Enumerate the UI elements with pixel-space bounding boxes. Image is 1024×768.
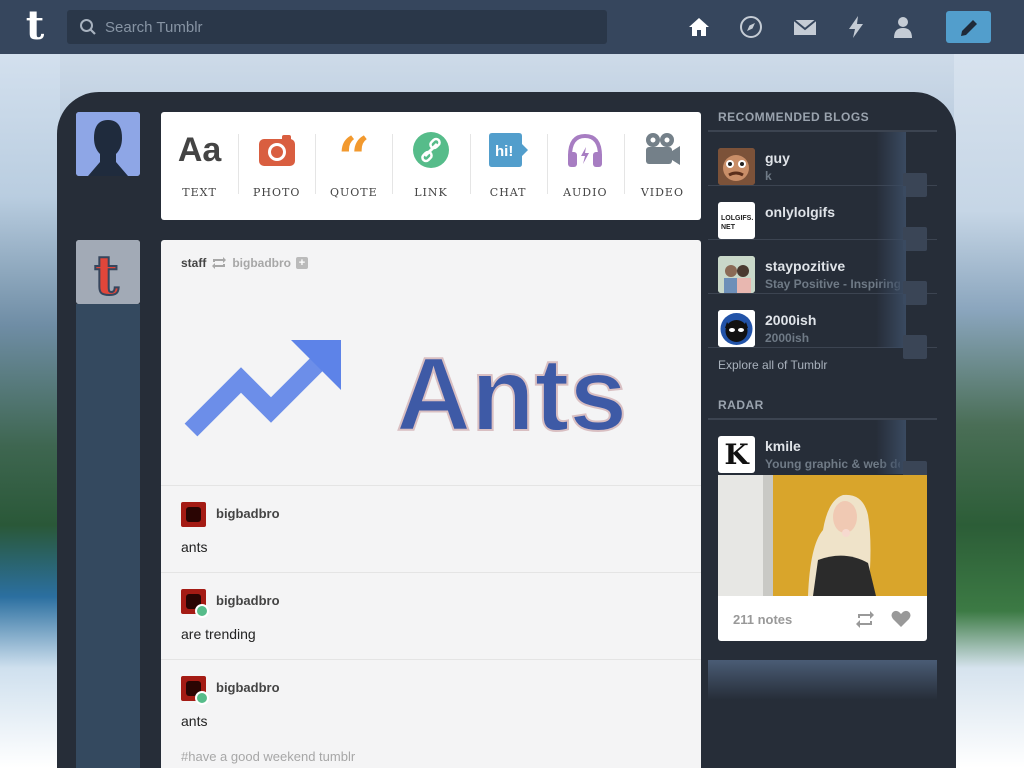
inbox-icon[interactable] (792, 14, 818, 40)
home-icon[interactable] (686, 14, 712, 40)
post-type-label: QUOTE (330, 186, 378, 199)
radar-photo-image (718, 475, 927, 596)
search-icon (80, 19, 96, 35)
compose-button[interactable] (946, 11, 991, 43)
blog-avatar[interactable]: LOLGIFS. NET (718, 202, 755, 239)
staff-avatar[interactable]: t (76, 240, 140, 304)
reblog-author[interactable]: bigbadbro (216, 680, 280, 695)
follow-button[interactable] (903, 335, 927, 359)
search-input[interactable] (105, 10, 595, 44)
post-header: staff bigbadbro + (181, 256, 309, 270)
reblog-badge-icon (195, 691, 209, 705)
reblogged-from[interactable]: bigbadbro (232, 256, 291, 270)
reblog-entry: bigbadbro ants (161, 485, 701, 572)
follow-plus-icon[interactable]: + (296, 257, 309, 269)
avatar-column-stripe (76, 304, 140, 768)
radar-heading: RADAR (708, 392, 937, 420)
fade-overlay (876, 420, 906, 474)
notes-count[interactable]: 211 notes (733, 612, 792, 627)
post-type-label: TEXT (182, 186, 217, 199)
text-icon: Aa (177, 130, 222, 169)
tumblr-t-icon: t (76, 240, 140, 304)
headphones-icon (568, 133, 603, 167)
activity-icon[interactable] (843, 14, 869, 40)
explore-icon[interactable] (738, 14, 764, 40)
link-icon (412, 132, 449, 168)
profile-silhouette-icon (76, 112, 140, 176)
post-type-bar: Aa TEXT PHOTO “ QUOTE LINK hi! CHAT AUDI… (161, 112, 701, 220)
fade-overlay (876, 294, 906, 348)
post-type-photo[interactable]: PHOTO (238, 112, 315, 220)
reblog-icon (212, 257, 227, 269)
fade-overlay (876, 132, 906, 186)
radar-blog[interactable]: K kmile Young graphic & web designer (708, 420, 937, 485)
post-type-label: LINK (414, 186, 448, 199)
recommended-blog[interactable]: staypozitive Stay Positive - Inspiring (708, 240, 937, 305)
reblog-author[interactable]: bigbadbro (216, 593, 280, 608)
post-type-label: VIDEO (640, 186, 684, 199)
hero-text: Ants (396, 337, 627, 450)
sidebar-bottom-fade (708, 660, 937, 700)
post-type-label: CHAT (489, 186, 527, 199)
camera-icon (258, 135, 295, 166)
pencil-icon (961, 20, 977, 36)
post-tags[interactable]: #have a good weekend tumblr (181, 749, 355, 764)
fade-overlay (876, 240, 906, 294)
napster-cat-icon (718, 310, 755, 347)
reblog-icon[interactable] (855, 611, 875, 628)
post-type-audio[interactable]: AUDIO (546, 112, 624, 220)
reblog-text: ants (181, 713, 208, 729)
post-type-text[interactable]: Aa TEXT (161, 112, 238, 220)
top-navigation-bar: t (0, 0, 1024, 54)
post-type-label: PHOTO (253, 186, 301, 199)
blog-name[interactable]: onlylolgifs (765, 204, 835, 220)
account-icon[interactable] (890, 14, 916, 40)
reblog-author[interactable]: bigbadbro (216, 506, 280, 521)
couple-photo-icon (718, 256, 755, 293)
reblog-text: are trending (181, 626, 256, 642)
recommended-blogs-heading: RECOMMENDED BLOGS (708, 104, 937, 132)
blog-name[interactable]: kmile (765, 438, 801, 454)
like-heart-icon[interactable] (891, 610, 911, 628)
svg-text:t: t (94, 243, 119, 304)
blog-avatar[interactable] (718, 148, 755, 185)
post-author[interactable]: staff (181, 256, 206, 270)
user-avatar[interactable] (76, 112, 140, 176)
reblog-entry: bigbadbro ants (161, 659, 701, 739)
reblog-badge-icon (195, 604, 209, 618)
video-icon (646, 133, 681, 165)
blog-name[interactable]: staypozitive (765, 258, 845, 274)
svg-text:hi!: hi! (495, 143, 513, 160)
post-type-chat[interactable]: hi! CHAT (469, 112, 547, 220)
chat-icon: hi! (489, 133, 529, 167)
sidebar: RECOMMENDED BLOGS guy k LOLGIFS. NET onl… (708, 104, 937, 485)
face-avatar-icon (718, 148, 755, 185)
recommended-blog[interactable]: 2000ish 2000ish (708, 294, 937, 359)
dashboard-post: staff bigbadbro + Ants bigbadbro ants bi… (161, 240, 701, 768)
quote-icon: “ (337, 125, 370, 191)
tumblr-logo[interactable]: t (15, 6, 55, 47)
post-type-label: AUDIO (563, 186, 608, 199)
radar-post: 211 notes (718, 475, 927, 641)
background-left (0, 54, 60, 768)
reblog-entry: bigbadbro are trending (161, 572, 701, 659)
ants-trending-graphic: Ants (184, 336, 628, 450)
blog-avatar[interactable] (718, 256, 755, 293)
blog-name[interactable]: 2000ish (765, 312, 816, 328)
recommended-blog[interactable]: guy k (708, 132, 937, 197)
post-type-video[interactable]: VIDEO (623, 112, 701, 220)
bigbadbro-avatar[interactable] (181, 502, 206, 527)
post-type-quote[interactable]: “ QUOTE (315, 112, 392, 220)
search-box[interactable] (67, 10, 607, 44)
post-type-link[interactable]: LINK (392, 112, 469, 220)
blog-avatar[interactable] (718, 310, 755, 347)
background-right (954, 54, 1024, 768)
radar-photo[interactable] (718, 475, 927, 596)
blog-name[interactable]: guy (765, 150, 790, 166)
radar-blog-avatar[interactable]: K (718, 436, 755, 473)
reblog-text: ants (181, 539, 208, 555)
recommended-blog[interactable]: LOLGIFS. NET onlylolgifs (708, 186, 937, 251)
fade-overlay (876, 186, 906, 240)
